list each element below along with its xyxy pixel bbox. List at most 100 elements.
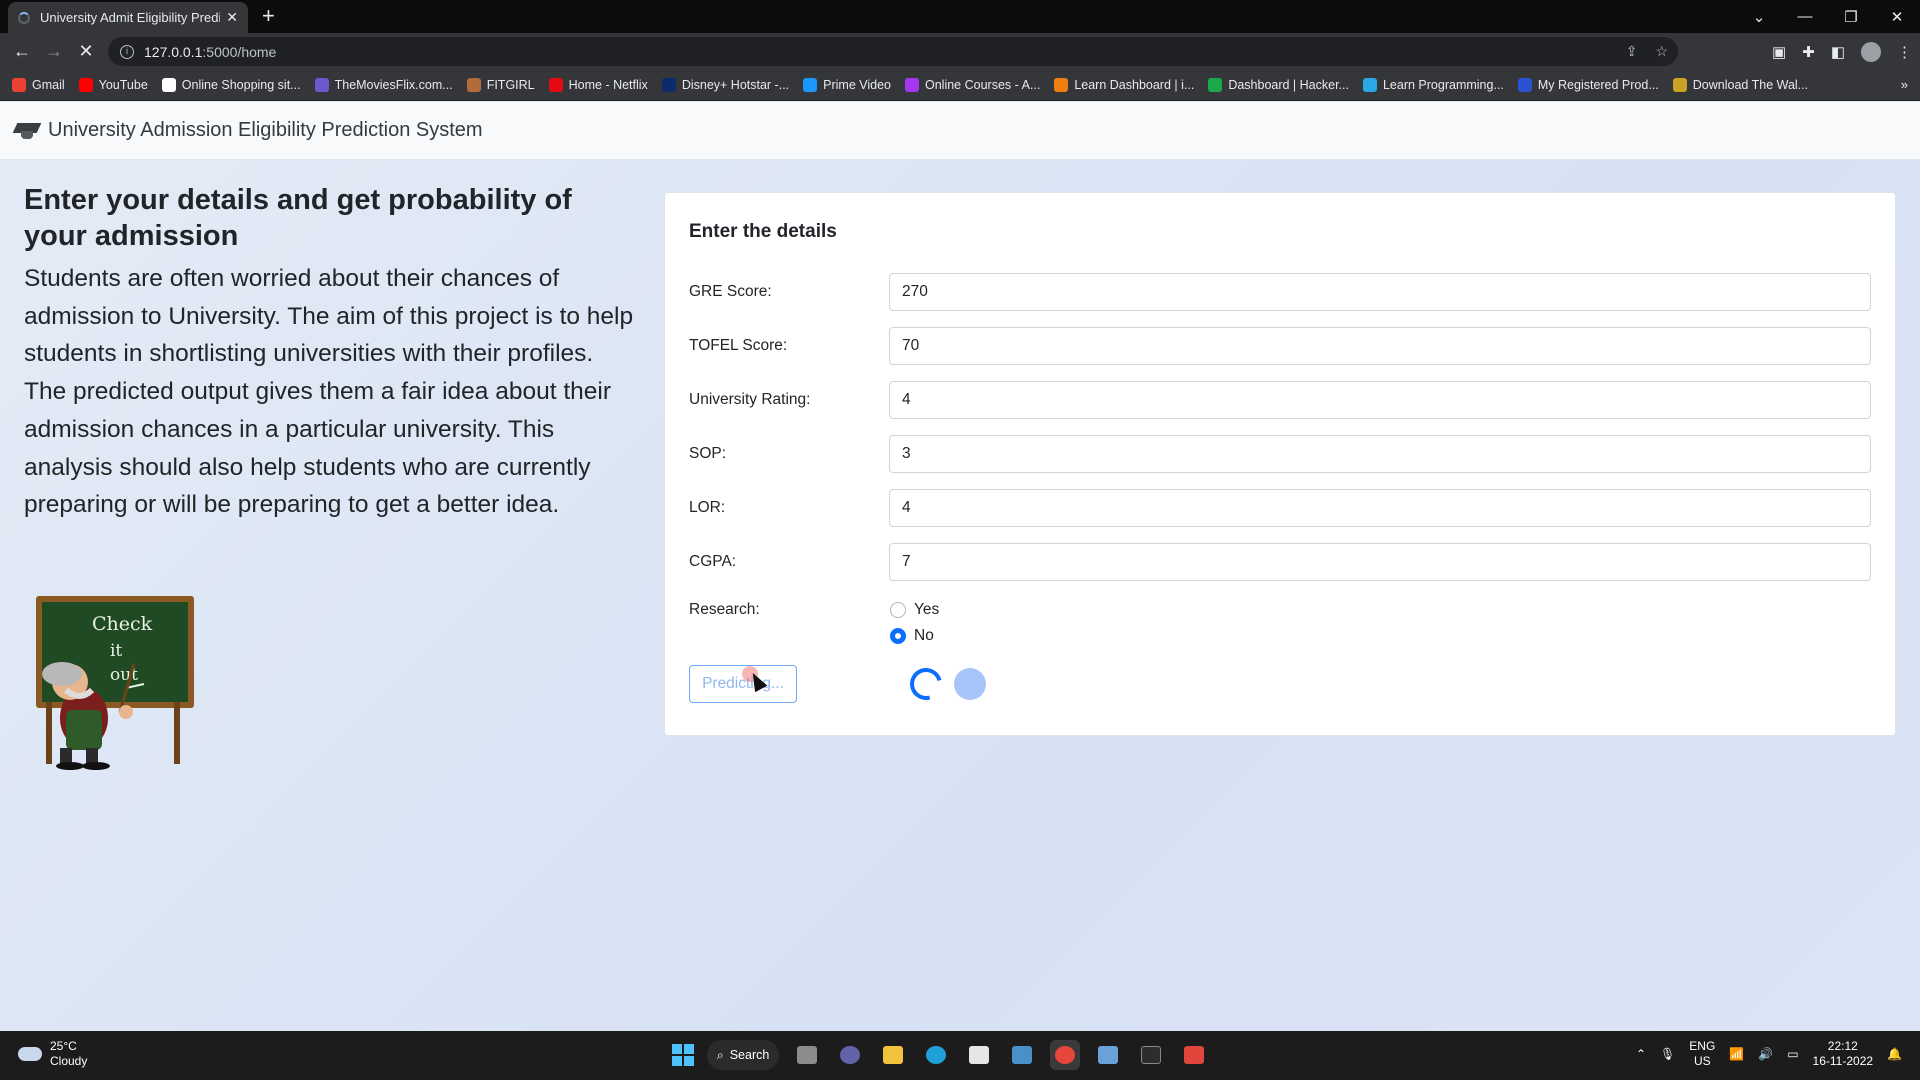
more-bookmarks-icon[interactable]: » [1901, 77, 1908, 92]
chrome-icon[interactable] [1050, 1040, 1080, 1070]
toefl-score-input[interactable] [889, 327, 1871, 365]
microphone-icon[interactable]: 🎙 [1660, 1047, 1675, 1061]
bookmark-item[interactable]: Home - Netflix [548, 78, 648, 92]
bookmark-favicon-icon [1672, 78, 1687, 92]
terminal-icon[interactable] [1136, 1040, 1166, 1070]
toefl-row: TOFEL Score: [689, 327, 1875, 365]
app-brand[interactable]: University Admission Eligibility Predict… [48, 119, 483, 142]
menu-kebab-icon[interactable]: ⋮ [1897, 43, 1912, 61]
browser-tab[interactable]: University Admit Eligibility Predic ✕ [8, 2, 248, 33]
bookmark-item[interactable]: TheMoviesFlix.com... [314, 78, 453, 92]
bookmark-item[interactable]: Learn Programming... [1362, 78, 1504, 92]
taskbar-search[interactable]: ⌕ Search [707, 1040, 779, 1070]
screenshot-icon[interactable]: ▣ [1772, 43, 1786, 61]
bookmark-label: Download The Wal... [1692, 78, 1809, 92]
notification-icon[interactable]: 🔔 [1887, 1047, 1902, 1061]
bookmark-label: Learn Dashboard | i... [1074, 78, 1195, 92]
gre-score-input[interactable] [889, 273, 1871, 311]
bookmark-favicon-icon [1054, 78, 1069, 92]
bookmark-favicon-icon [161, 78, 176, 92]
back-icon[interactable]: ← [6, 41, 38, 62]
bookmark-item[interactable]: Disney+ Hotstar -... [661, 78, 789, 92]
photos-icon[interactable] [1093, 1040, 1123, 1070]
address-bar[interactable]: i 127.0.0.1:5000/home ⇪ ☆ [108, 37, 1678, 66]
bookmark-star-icon[interactable]: ☆ [1655, 43, 1668, 60]
wifi-icon[interactable]: 📶 [1729, 1047, 1744, 1061]
loading-spinner-icon [904, 662, 948, 706]
battery-icon[interactable]: ▭ [1787, 1047, 1798, 1061]
weather-widget[interactable]: 25°C Cloudy [18, 1039, 87, 1069]
close-tab-icon[interactable]: ✕ [226, 9, 238, 26]
extensions-icon[interactable]: ✚ [1802, 43, 1815, 61]
intro-description: Students are often worried about their c… [24, 265, 634, 519]
side-panel-icon[interactable]: ◧ [1831, 43, 1845, 61]
research-yes-radio[interactable]: Yes [890, 601, 939, 619]
task-view-icon[interactable] [792, 1040, 822, 1070]
volume-icon[interactable]: 🔊 [1758, 1047, 1773, 1061]
stop-loading-icon[interactable]: ✕ [70, 41, 102, 62]
bookmark-favicon-icon [12, 78, 26, 92]
bookmark-label: Home - Netflix [568, 78, 648, 92]
minimize-icon[interactable]: — [1782, 8, 1828, 25]
search-icon: ⌕ [716, 1047, 724, 1062]
restore-icon[interactable]: ❐ [1828, 8, 1874, 26]
url-host: 127.0.0.1 [144, 43, 203, 60]
intro-heading: Enter your details and get probability o… [24, 184, 572, 252]
details-form-card: Enter the details GRE Score: TOFEL Score… [664, 192, 1896, 736]
bookmark-label: Gmail [32, 78, 65, 92]
bookmark-item[interactable]: My Registered Prod... [1517, 78, 1659, 92]
edge-icon[interactable] [921, 1040, 951, 1070]
recorder-icon[interactable] [1179, 1040, 1209, 1070]
clock[interactable]: 22:12 16-11-2022 [1813, 1039, 1874, 1069]
university-rating-input[interactable] [889, 381, 1871, 419]
clock-date: 16-11-2022 [1812, 1054, 1874, 1068]
site-info-icon[interactable]: i [120, 44, 134, 59]
sop-label: SOP: [689, 445, 727, 462]
radio-checked-icon[interactable] [890, 628, 906, 644]
close-window-icon[interactable]: ✕ [1874, 8, 1920, 26]
profile-avatar[interactable] [1861, 41, 1881, 62]
forward-icon[interactable]: → [38, 41, 70, 62]
sop-row: SOP: [689, 435, 1875, 473]
file-explorer-icon[interactable] [878, 1040, 908, 1070]
bookmark-favicon-icon [1208, 78, 1223, 92]
bookmark-favicon-icon [314, 78, 329, 92]
bookmark-item[interactable]: YouTube [78, 78, 148, 92]
bookmark-favicon-icon [1517, 78, 1532, 92]
radio-unchecked-icon[interactable] [890, 602, 906, 618]
research-yes-label: Yes [914, 601, 940, 618]
bookmark-item[interactable]: Online Shopping sit... [161, 78, 301, 92]
bookmark-favicon-icon [78, 78, 93, 92]
bookmark-item[interactable]: Prime Video [803, 78, 891, 92]
bookmark-item[interactable]: FITGIRL [466, 78, 535, 92]
start-icon[interactable] [672, 1044, 694, 1066]
language-indicator[interactable]: ENG US [1689, 1039, 1715, 1069]
bookmark-favicon-icon [905, 78, 919, 92]
bookmark-label: Dashboard | Hacker... [1228, 78, 1349, 92]
temperature: 25°C [50, 1039, 77, 1053]
app-navbar: University Admission Eligibility Predict… [0, 102, 1920, 160]
bookmark-item[interactable]: Download The Wal... [1672, 78, 1809, 92]
cgpa-row: CGPA: [689, 543, 1875, 581]
research-no-radio[interactable]: No [890, 627, 934, 645]
bookmark-label: YouTube [98, 78, 148, 92]
tab-search-icon[interactable]: ⌄ [1736, 8, 1782, 26]
teams-chat-icon[interactable] [835, 1040, 865, 1070]
cgpa-input[interactable] [889, 543, 1871, 581]
bookmarks-bar: Gmail YouTube Online Shopping sit... TheMov… [0, 70, 1920, 101]
chevron-up-icon[interactable]: ⌃ [1636, 1047, 1646, 1061]
bookmark-item[interactable]: Online Courses - A... [905, 78, 1040, 92]
loading-grow-icon [954, 668, 986, 700]
bookmark-item[interactable]: Dashboard | Hacker... [1208, 78, 1349, 92]
bookmark-item[interactable]: Gmail [12, 78, 65, 92]
form-title: Enter the details [689, 221, 837, 242]
store-icon[interactable] [964, 1040, 994, 1070]
bookmark-label: Online Courses - A... [925, 78, 1041, 92]
new-tab-icon[interactable]: + [262, 4, 275, 28]
sop-input[interactable] [889, 435, 1871, 473]
lor-input[interactable] [889, 489, 1871, 527]
share-icon[interactable]: ⇪ [1626, 43, 1638, 60]
bookmark-item[interactable]: Learn Dashboard | i... [1054, 78, 1194, 92]
control-panel-icon[interactable] [1007, 1040, 1037, 1070]
gre-row: GRE Score: [689, 273, 1875, 311]
